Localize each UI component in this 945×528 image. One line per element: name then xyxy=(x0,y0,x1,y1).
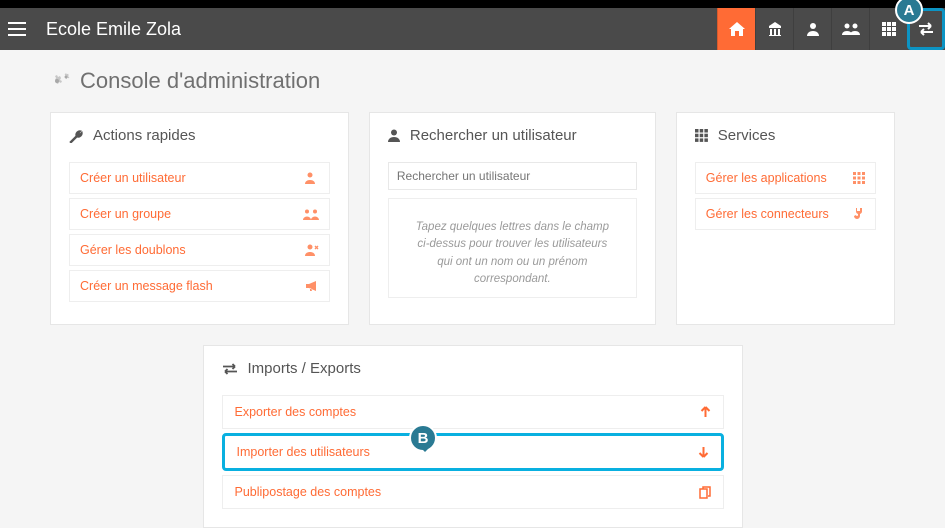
callout-b: B xyxy=(409,424,437,452)
menu-icon[interactable] xyxy=(8,22,32,36)
card-title-user-search: Rechercher un utilisateur xyxy=(388,127,637,144)
action-label: Exporter des comptes xyxy=(235,405,357,419)
transfer-icon xyxy=(917,22,935,36)
wrench-icon xyxy=(69,129,83,143)
action-label: Publipostage des comptes xyxy=(235,485,382,499)
arrow-up-icon xyxy=(700,406,711,418)
grid-icon xyxy=(853,172,865,184)
user-icon xyxy=(388,129,400,142)
action-label: Gérer les connecteurs xyxy=(706,207,829,221)
copy-icon xyxy=(699,486,711,499)
group-icon xyxy=(303,209,319,220)
action-label: Gérer les doublons xyxy=(80,243,186,257)
arrow-down-icon xyxy=(698,446,709,458)
home-icon xyxy=(729,22,745,36)
action-create-user[interactable]: Créer un utilisateur xyxy=(69,162,330,194)
user-x-icon xyxy=(305,244,319,256)
ie-export-accounts[interactable]: Exporter des comptes xyxy=(222,395,724,429)
nav-user[interactable] xyxy=(793,8,831,50)
nav-home[interactable] xyxy=(717,8,755,50)
transfer-icon xyxy=(222,363,238,375)
group-icon xyxy=(842,23,860,35)
action-create-group[interactable]: Créer un groupe xyxy=(69,198,330,230)
card-title-quick-actions: Actions rapides xyxy=(69,127,330,144)
nav-group[interactable] xyxy=(831,8,869,50)
action-manage-duplicates[interactable]: Gérer les doublons xyxy=(69,234,330,266)
service-apps[interactable]: Gérer les applications xyxy=(695,162,876,194)
page-title: Console d'administration xyxy=(50,68,895,94)
user-plus-icon xyxy=(305,172,319,184)
ie-import-users[interactable]: Importer des utilisateurs xyxy=(222,433,724,471)
grid-icon xyxy=(695,129,708,142)
action-label: Importer des utilisateurs xyxy=(237,445,370,459)
ie-mailmerge-accounts[interactable]: Publipostage des comptes xyxy=(222,475,724,509)
action-label: Créer un groupe xyxy=(80,207,171,221)
action-label: Créer un utilisateur xyxy=(80,171,186,185)
action-label: Gérer les applications xyxy=(706,171,827,185)
school-name: Ecole Emile Zola xyxy=(46,19,181,40)
nav-school[interactable] xyxy=(755,8,793,50)
card-quick-actions: Actions rapides Créer un utilisateur Cré… xyxy=(50,112,349,325)
gears-icon xyxy=(50,71,72,91)
top-bar: Ecole Emile Zola xyxy=(0,8,945,50)
card-services: Services Gérer les applications Gérer le… xyxy=(676,112,895,325)
card-user-search: Rechercher un utilisateur Tapez quelques… xyxy=(369,112,656,325)
action-flash-message[interactable]: Créer un message flash xyxy=(69,270,330,302)
school-icon xyxy=(767,22,783,36)
bullhorn-icon xyxy=(305,280,319,292)
plug-icon xyxy=(852,208,865,221)
user-search-results[interactable]: Tapez quelques lettres dans le champ ci-… xyxy=(388,198,637,298)
action-label: Créer un message flash xyxy=(80,279,213,293)
card-title-imports-exports: Imports / Exports xyxy=(222,360,724,377)
card-title-services: Services xyxy=(695,127,876,144)
search-hint: Tapez quelques lettres dans le champ ci-… xyxy=(416,221,609,285)
user-icon xyxy=(806,22,820,36)
service-connectors[interactable]: Gérer les connecteurs xyxy=(695,198,876,230)
user-search-input[interactable] xyxy=(388,162,637,190)
card-imports-exports: Imports / Exports Exporter des comptes I… xyxy=(203,345,743,528)
grid-icon xyxy=(882,22,896,36)
